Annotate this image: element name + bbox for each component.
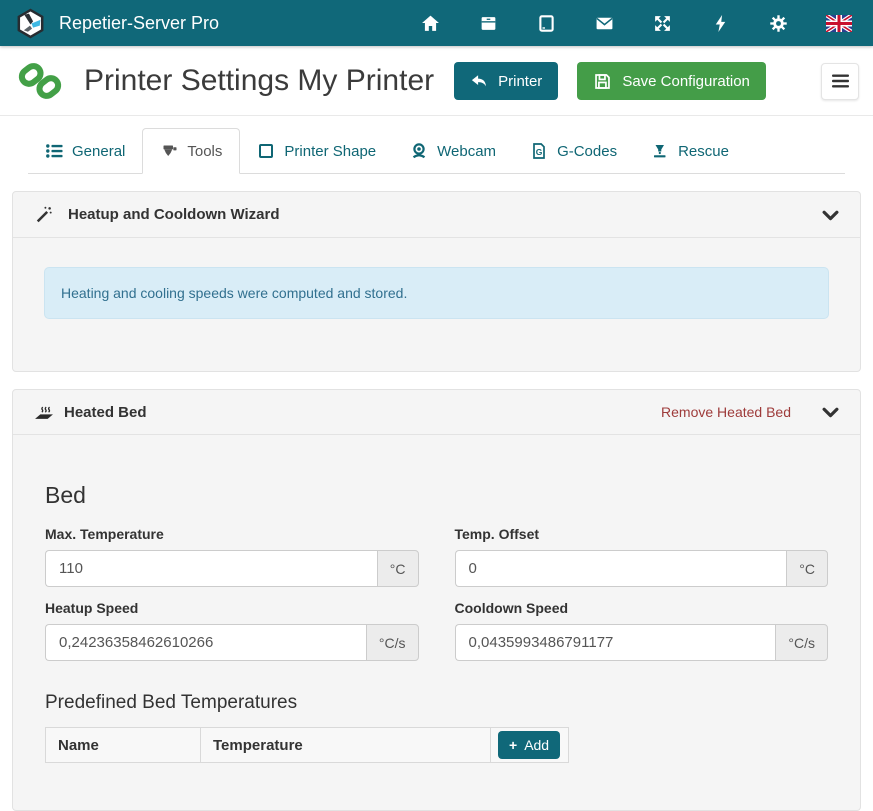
heated-bed-panel-header[interactable]: Heated Bed Remove Heated Bed	[13, 390, 860, 435]
heated-bed-panel-title: Heated Bed	[64, 404, 147, 421]
max-temperature-field: Max. Temperature °C	[45, 526, 419, 587]
brand-title: Repetier-Server Pro	[59, 13, 219, 34]
fullscreen-icon[interactable]	[652, 13, 672, 33]
remove-heated-bed-link[interactable]: Remove Heated Bed	[661, 404, 791, 420]
plus-icon: +	[509, 737, 517, 753]
tab-general[interactable]: General	[28, 128, 142, 174]
heatup-speed-label: Heatup Speed	[45, 600, 419, 616]
settings-gear-icon[interactable]	[768, 13, 788, 33]
heated-bed-icon	[34, 403, 54, 421]
tablet-icon[interactable]	[536, 13, 556, 33]
page-header: Printer Settings My Printer Printer Save…	[0, 46, 873, 116]
tab-webcam[interactable]: Webcam	[393, 128, 513, 174]
top-navbar: Repetier-Server Pro	[0, 0, 873, 46]
tab-gcodes[interactable]: G G-Codes	[513, 128, 634, 174]
predefined-temps-table: Name Temperature + Add	[45, 727, 569, 763]
save-disk-icon	[593, 72, 612, 91]
cooldown-speed-input[interactable]	[455, 624, 776, 661]
heated-bed-panel: Heated Bed Remove Heated Bed Bed Max. Te…	[12, 389, 861, 811]
magic-wand-icon	[34, 205, 53, 224]
wizard-panel-header[interactable]: Heatup and Cooldown Wizard	[13, 192, 860, 238]
wizard-panel-title: Heatup and Cooldown Wizard	[68, 206, 280, 223]
info-alert: Heating and cooling speeds were computed…	[44, 267, 829, 319]
max-temperature-label: Max. Temperature	[45, 526, 419, 542]
list-icon	[45, 142, 63, 160]
temp-offset-input[interactable]	[455, 550, 787, 587]
wizard-panel-body: Heating and cooling speeds were computed…	[13, 238, 860, 371]
webcam-icon	[410, 142, 428, 160]
language-flag-uk[interactable]	[826, 15, 852, 32]
tab-printer-shape[interactable]: Printer Shape	[240, 128, 393, 174]
gcode-file-icon: G	[530, 142, 548, 160]
navbar-icons	[420, 13, 858, 33]
page-title: Printer Settings My Printer	[84, 64, 434, 98]
table-header-row: Name Temperature + Add	[46, 728, 569, 763]
heatup-speed-field: Heatup Speed °C/s	[45, 600, 419, 661]
max-temperature-input[interactable]	[45, 550, 377, 587]
bed-section-title: Bed	[45, 482, 828, 509]
unit-addon: °C	[377, 550, 419, 587]
chain-link-icon	[18, 59, 62, 103]
chevron-down-icon[interactable]	[822, 406, 839, 418]
predefined-temps-title: Predefined Bed Temperatures	[45, 692, 828, 714]
back-to-printer-button[interactable]: Printer	[454, 62, 558, 100]
temp-offset-label: Temp. Offset	[455, 526, 829, 542]
heatup-speed-input[interactable]	[45, 624, 366, 661]
settings-tabs: General Tools Printer Shape Webcam G G	[28, 128, 845, 174]
unit-addon: °C/s	[775, 624, 828, 661]
wizard-panel: Heatup and Cooldown Wizard Heating and c…	[12, 191, 861, 372]
unit-addon: °C	[786, 550, 828, 587]
temp-offset-field: Temp. Offset °C	[455, 526, 829, 587]
messages-icon[interactable]	[594, 13, 614, 33]
chevron-down-icon[interactable]	[822, 209, 839, 221]
extruder-icon	[160, 142, 178, 160]
menu-button[interactable]	[821, 63, 859, 100]
tab-rescue[interactable]: Rescue	[634, 128, 746, 174]
tab-tools[interactable]: Tools	[142, 128, 240, 174]
unit-addon: °C/s	[366, 624, 419, 661]
cooldown-speed-field: Cooldown Speed °C/s	[455, 600, 829, 661]
brand[interactable]: Repetier-Server Pro	[15, 8, 219, 39]
column-header-name: Name	[46, 728, 201, 763]
column-header-temperature: Temperature	[201, 728, 491, 763]
save-configuration-button[interactable]: Save Configuration	[577, 62, 766, 100]
heated-bed-panel-body: Bed Max. Temperature °C Temp. Offset °C …	[13, 435, 860, 810]
printer-box-icon[interactable]	[478, 13, 498, 33]
bed-fields-grid: Max. Temperature °C Temp. Offset °C Heat…	[45, 513, 828, 661]
column-header-action: + Add	[491, 728, 569, 763]
svg-text:G: G	[536, 147, 543, 157]
hamburger-icon	[832, 74, 849, 88]
square-outline-icon	[257, 142, 275, 160]
home-icon[interactable]	[420, 13, 440, 33]
bolt-icon[interactable]	[710, 13, 730, 33]
reply-arrow-icon	[470, 73, 488, 89]
add-temperature-button[interactable]: + Add	[498, 731, 560, 759]
cooldown-speed-label: Cooldown Speed	[455, 600, 829, 616]
repetier-logo-icon	[15, 8, 46, 39]
rescue-icon	[651, 142, 669, 160]
